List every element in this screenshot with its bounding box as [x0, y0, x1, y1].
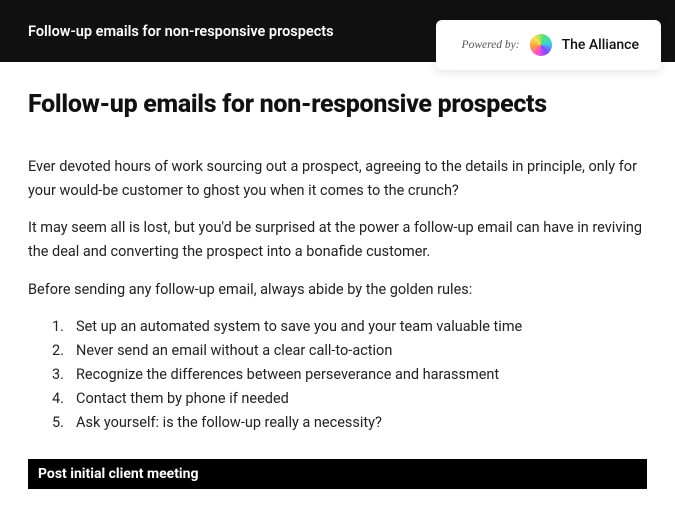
powered-by-badge: Powered by: The Alliance	[436, 20, 661, 70]
header-title: Follow-up emails for non-responsive pros…	[28, 23, 334, 40]
brand-name: The Alliance	[562, 37, 639, 53]
intro-paragraph-3: Before sending any follow-up email, alwa…	[28, 278, 647, 302]
list-item: Recognize the differences between persev…	[52, 363, 647, 387]
intro-paragraph-2: It may seem all is lost, but you'd be su…	[28, 216, 647, 263]
golden-rules-list: Set up an automated system to save you a…	[28, 315, 647, 435]
list-item: Ask yourself: is the follow-up really a …	[52, 411, 647, 435]
powered-by-label: Powered by:	[462, 39, 520, 51]
section-heading-bar: Post initial client meeting	[28, 459, 647, 489]
list-item: Never send an email without a clear call…	[52, 339, 647, 363]
alliance-logo-icon	[530, 34, 552, 56]
list-item: Set up an automated system to save you a…	[52, 315, 647, 339]
page-title: Follow-up emails for non-responsive pros…	[28, 90, 647, 119]
intro-paragraph-1: Ever devoted hours of work sourcing out …	[28, 155, 647, 202]
document-content: Follow-up emails for non-responsive pros…	[0, 62, 675, 489]
list-item: Contact them by phone if needed	[52, 387, 647, 411]
